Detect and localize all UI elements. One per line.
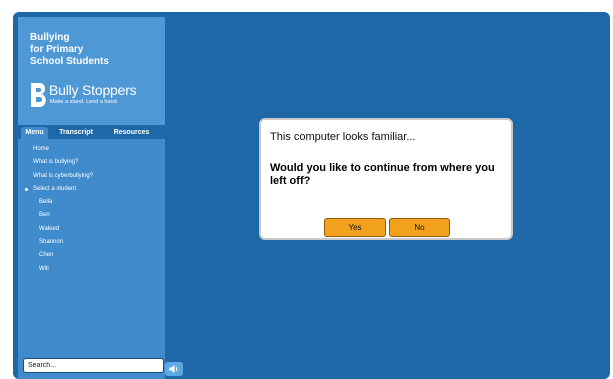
sidebar-tabs: Menu Transcript Resources: [18, 125, 165, 139]
menu-item-student-will[interactable]: Will: [18, 263, 165, 276]
menu-item-student-chen[interactable]: Chen: [18, 249, 165, 262]
menu-item-home[interactable]: Home: [18, 143, 165, 156]
course-title-line: School Students: [30, 56, 109, 67]
logo-name: Bully Stoppers: [49, 82, 137, 98]
search-input[interactable]: [23, 358, 164, 373]
menu-item-select-a-student[interactable]: Select a student: [18, 183, 165, 196]
speaker-icon: [169, 365, 178, 373]
menu-item-what-is-cyberbullying[interactable]: What is cyberbullying?: [18, 170, 165, 183]
sound-button[interactable]: [165, 362, 183, 376]
resume-dialog: This computer looks familiar... Would yo…: [259, 118, 513, 240]
bully-stoppers-b-logo-icon: [31, 83, 46, 107]
player-frame: Bullying for Primary School Students Bul…: [13, 12, 610, 379]
dialog-question: Would you like to continue from where yo…: [270, 162, 495, 187]
course-title-line: Bullying: [30, 32, 70, 43]
bullet-icon: [25, 187, 28, 191]
menu-item-student-ben[interactable]: Ben: [18, 209, 165, 222]
menu-item-label: Select a student: [33, 185, 77, 192]
sidebar: Bullying for Primary School Students Bul…: [18, 17, 165, 379]
course-title: Bullying for Primary School Students: [30, 32, 160, 68]
menu-item-student-bella[interactable]: Bella: [18, 196, 165, 209]
no-button[interactable]: No: [389, 218, 450, 237]
tab-transcript[interactable]: Transcript: [54, 127, 98, 139]
navigation-menu: Home What is bullying? What is cyberbull…: [18, 143, 165, 276]
menu-item-student-shannon[interactable]: Shannon: [18, 236, 165, 249]
yes-button[interactable]: Yes: [324, 218, 386, 237]
brand-panel: Bullying for Primary School Students Bul…: [18, 17, 165, 125]
dialog-title: This computer looks familiar...: [270, 131, 416, 143]
course-title-line: for Primary: [30, 44, 84, 55]
menu-item-student-waleed[interactable]: Waleed: [18, 223, 165, 236]
tab-resources[interactable]: Resources: [103, 127, 160, 139]
bully-stoppers-logo: Bully Stoppers Make a stand. Lend a hand…: [28, 81, 158, 111]
menu-item-what-is-bullying[interactable]: What is bullying?: [18, 156, 165, 169]
logo-tagline: Make a stand. Lend a hand.: [50, 99, 119, 105]
tab-menu[interactable]: Menu: [21, 127, 48, 139]
